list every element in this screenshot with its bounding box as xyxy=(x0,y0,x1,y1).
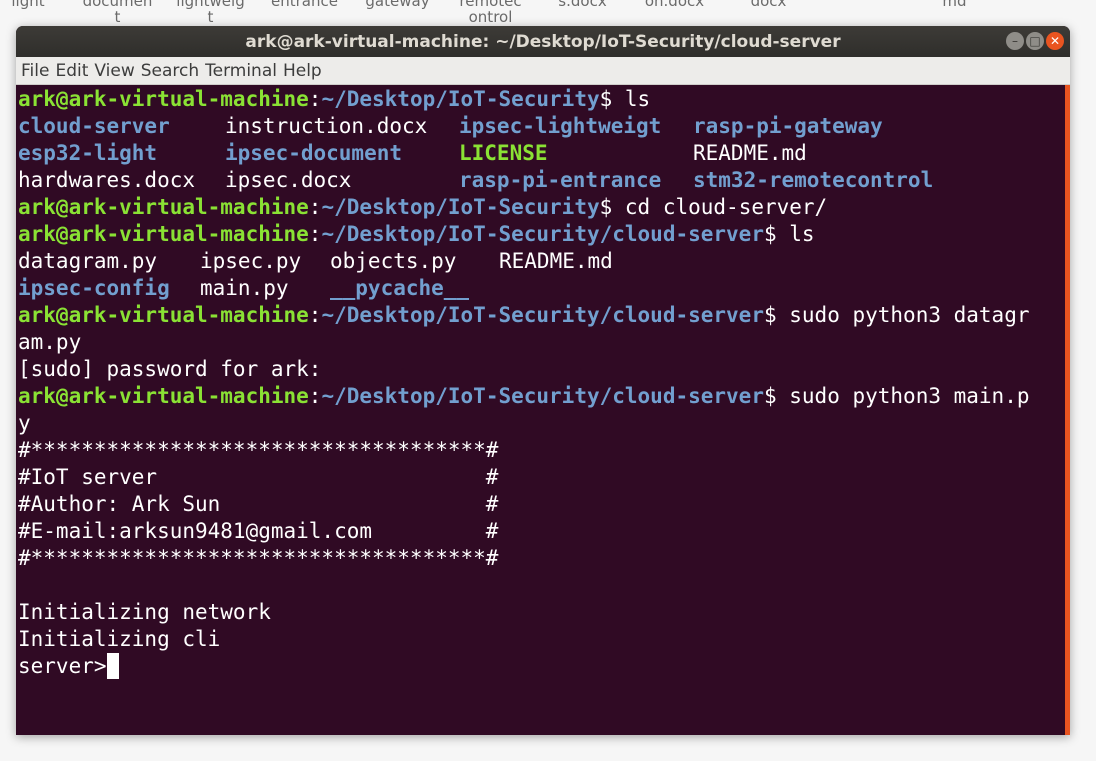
output-line: Initializing cli xyxy=(18,627,221,651)
terminal-output[interactable]: ark@ark-virtual-machine:~/Desktop/IoT-Se… xyxy=(16,85,1070,735)
wrapped-line: am.py xyxy=(18,330,82,354)
banner-line: #************************************# xyxy=(18,546,499,570)
menu-search[interactable]: Search xyxy=(135,61,199,81)
banner-line: #IoT server # xyxy=(18,465,499,489)
title-bar[interactable]: ark@ark-virtual-machine: ~/Desktop/IoT-S… xyxy=(16,26,1070,57)
desktop-label[interactable]: entrance xyxy=(262,0,347,10)
prompt-line: ark@ark-virtual-machine:~/Desktop/IoT-Se… xyxy=(18,195,828,219)
menu-bar: File Edit View Search Terminal Help xyxy=(16,57,1070,85)
menu-edit[interactable]: Edit xyxy=(49,61,88,81)
prompt-line: ark@ark-virtual-machine:~/Desktop/IoT-Se… xyxy=(18,303,1030,327)
minimize-button[interactable]: – xyxy=(1006,32,1024,50)
window-controls: – □ ✕ xyxy=(1006,32,1064,50)
prompt-line: ark@ark-virtual-machine:~/Desktop/IoT-Se… xyxy=(18,222,815,246)
desktop-label[interactable]: remotec ontrol xyxy=(448,0,533,26)
close-button[interactable]: ✕ xyxy=(1046,32,1064,50)
cli-prompt: server> xyxy=(18,654,107,678)
desktop-label[interactable]: light xyxy=(8,0,48,10)
banner-line: #Author: Ark Sun # xyxy=(18,492,499,516)
banner-line: #E-mail:arksun9481@gmail.com # xyxy=(18,519,499,543)
banner-line: #************************************# xyxy=(18,438,499,462)
cli-prompt-line[interactable]: server> xyxy=(18,653,1070,680)
output-line: Initializing network xyxy=(18,600,271,624)
menu-file[interactable]: File xyxy=(16,61,49,81)
desktop-label[interactable]: gateway xyxy=(355,0,440,10)
terminal-window: ark@ark-virtual-machine: ~/Desktop/IoT-S… xyxy=(16,26,1070,735)
sudo-prompt: [sudo] password for ark: xyxy=(18,357,322,381)
menu-view[interactable]: View xyxy=(88,61,134,81)
wrapped-line: y xyxy=(18,411,31,435)
window-title: ark@ark-virtual-machine: ~/Desktop/IoT-S… xyxy=(245,32,841,52)
ls-row: cloud-server instruction.docx ipsec-lightw… xyxy=(18,114,883,138)
desktop-label[interactable]: on.docx xyxy=(632,0,717,10)
menu-terminal[interactable]: Terminal xyxy=(199,61,277,81)
ls-row: hardwares.docx ipsec.docx rasp-pi-entrance… xyxy=(18,168,934,192)
scrollbar[interactable] xyxy=(1065,85,1070,735)
ls-row: ipsec-config main.py __pycache__ xyxy=(18,276,470,300)
desktop-label[interactable]: lightweig t xyxy=(168,0,253,26)
desktop-label[interactable]: md xyxy=(912,0,997,10)
prompt-line: ark@ark-virtual-machine:~/Desktop/IoT-Se… xyxy=(18,87,651,111)
maximize-button[interactable]: □ xyxy=(1026,32,1044,50)
desktop-label[interactable]: documen t xyxy=(75,0,160,26)
ls-row: esp32-light ipsec-document LICENSE README.m… xyxy=(18,141,807,165)
text-cursor xyxy=(106,653,119,679)
desktop-label[interactable]: docx xyxy=(726,0,811,10)
prompt-line: ark@ark-virtual-machine:~/Desktop/IoT-Se… xyxy=(18,384,1030,408)
menu-help[interactable]: Help xyxy=(277,61,322,81)
desktop-label[interactable]: s.docx xyxy=(540,0,625,10)
ls-row: datagram.py ipsec.py objects.py README.md xyxy=(18,249,613,273)
